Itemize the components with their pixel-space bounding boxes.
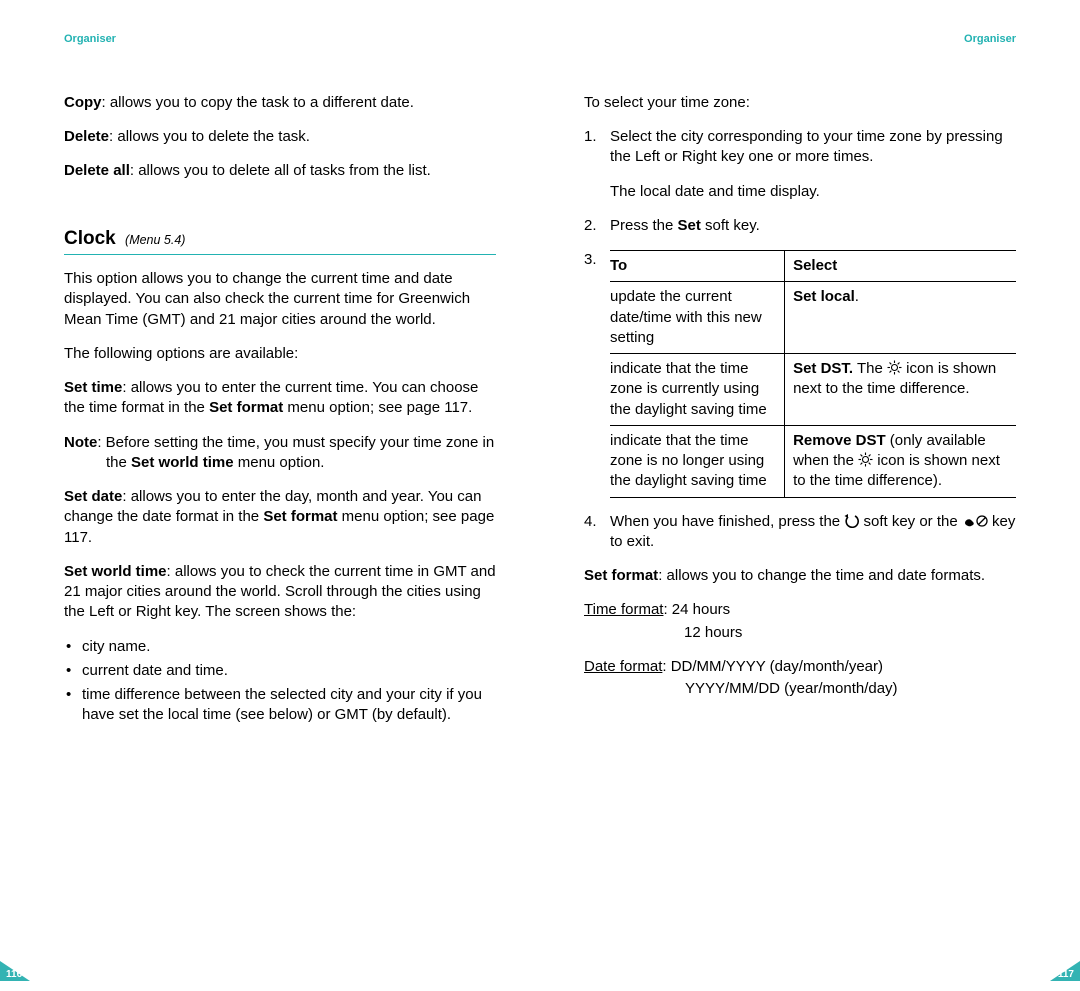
para-clock-intro: This option allows you to change the cur…: [64, 269, 496, 330]
step-4: 4. When you have finished, press the sof…: [584, 512, 1016, 553]
table-cell-to: indicate that the time zone is no longer…: [610, 425, 785, 497]
label-delete: Delete: [64, 128, 109, 145]
para-set-time: Set time: allows you to enter the curren…: [64, 378, 496, 419]
label-set-world-time: Set world time: [64, 563, 167, 580]
para-delete: Delete: allows you to delete the task.: [64, 127, 496, 147]
step-2: 2. Press the Set soft key.: [584, 216, 1016, 236]
para-select-tz: To select your time zone:: [584, 93, 1016, 113]
table-cell-select: Set DST. The icon is shown next to the t…: [785, 354, 1016, 426]
label-delete-all: Delete all: [64, 162, 130, 179]
sun-icon: [858, 452, 873, 467]
options-table: To Select update the current date/time w…: [610, 250, 1016, 498]
table-row: indicate that the time zone is no longer…: [610, 425, 1016, 497]
list-item: city name.: [82, 637, 496, 657]
step-1: 1. Select the city corresponding to your…: [584, 127, 1016, 202]
para-set-world-time: Set world time: allows you to check the …: [64, 562, 496, 623]
header-right: Organiser: [584, 32, 1016, 47]
page-number-left: 116: [6, 968, 22, 982]
para-set-format: Set format: allows you to change the tim…: [584, 566, 1016, 586]
page-number-right: 117: [1058, 968, 1074, 982]
para-date-format: Date format: DD/MM/YYYY (day/month/year): [584, 657, 1016, 677]
table-row: indicate that the time zone is currently…: [610, 354, 1016, 426]
para-note: Note: Before setting the time, you must …: [64, 433, 496, 474]
table-cell-to: indicate that the time zone is currently…: [610, 354, 785, 426]
step-3: 3. To Select update the current date/tim…: [584, 250, 1016, 498]
label-note: Note: [64, 434, 97, 451]
bullet-list: city name. current date and time. time d…: [64, 637, 496, 726]
para-delete-all: Delete all: allows you to delete all of …: [64, 161, 496, 181]
page-left: Organiser Copy: allows you to copy the t…: [0, 0, 540, 991]
para-set-date: Set date: allows you to enter the day, m…: [64, 487, 496, 548]
para-copy: Copy: allows you to copy the task to a d…: [64, 93, 496, 113]
para-time-format: Time format: 24 hours: [584, 600, 1016, 620]
table-cell-select: Set local.: [785, 282, 1016, 354]
table-cell-select: Remove DST (only available when the icon…: [785, 425, 1016, 497]
label-set-date: Set date: [64, 488, 122, 505]
table-header-to: To: [610, 251, 785, 282]
para-options-available: The following options are available:: [64, 344, 496, 364]
table-cell-to: update the current date/time with this n…: [610, 282, 785, 354]
end-call-icon: [962, 514, 988, 528]
header-left: Organiser: [64, 32, 496, 47]
label-copy: Copy: [64, 94, 102, 111]
label-set-time: Set time: [64, 379, 122, 396]
step-1-sub: The local date and time display.: [610, 182, 1016, 202]
section-title-clock: Clock (Menu 5.4): [64, 226, 496, 256]
label-set-format: Set format: [584, 567, 658, 584]
page-right: Organiser To select your time zone: 1. S…: [540, 0, 1080, 991]
table-row: update the current date/time with this n…: [610, 282, 1016, 354]
back-arrow-icon: [844, 514, 859, 528]
para-date-format-2: YYYY/MM/DD (year/month/day): [584, 679, 1016, 699]
steps-list: 1. Select the city corresponding to your…: [584, 127, 1016, 552]
list-item: time difference between the selected cit…: [82, 685, 496, 726]
sun-icon: [887, 360, 902, 375]
list-item: current date and time.: [82, 661, 496, 681]
table-header-select: Select: [785, 251, 1016, 282]
para-time-format-2: 12 hours: [584, 623, 1016, 643]
